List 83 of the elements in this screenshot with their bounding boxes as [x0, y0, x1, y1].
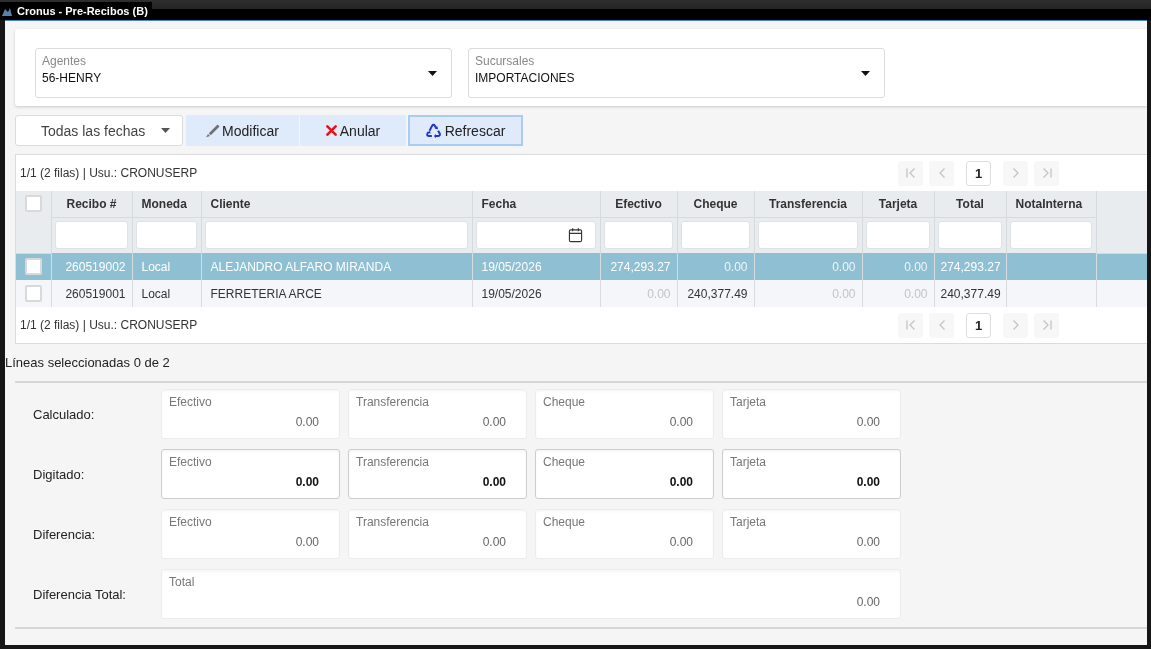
table-cell: 260519002: [51, 253, 132, 280]
amount-field: Cheque 0.00: [535, 389, 714, 439]
window-title: Cronus - Pre-Recibos (B): [17, 5, 148, 17]
caret-icon: [861, 70, 870, 76]
calendar-icon: [567, 227, 583, 244]
select-all-checkbox[interactable]: [24, 195, 42, 212]
amount-field[interactable]: Transferencia 0.00: [348, 449, 527, 499]
table-cell: Local: [132, 253, 201, 280]
table-cell: 0.00: [754, 253, 862, 280]
refresh-button[interactable]: Refrescar: [408, 115, 523, 146]
table-cell: ALEJANDRO ALFARO MIRANDA: [201, 253, 472, 280]
first-page-icon: [905, 320, 916, 330]
column-header[interactable]: Fecha: [472, 191, 600, 217]
row-checkbox[interactable]: [24, 285, 42, 302]
edit-button[interactable]: Modificar: [186, 115, 299, 146]
row-label: Digitado:: [32, 466, 86, 482]
filter-field[interactable]: [937, 221, 1002, 250]
chevron-left-icon: [938, 320, 945, 330]
caret-icon: [161, 128, 170, 133]
filter-field[interactable]: [603, 221, 673, 250]
table-cell: 274,293.27: [600, 253, 677, 280]
column-header[interactable]: Total: [934, 191, 1006, 217]
page-button[interactable]: 1: [966, 160, 991, 186]
pager-info: 1/1 (2 filas) | Usu.: CRONUSERP: [20, 318, 198, 332]
filter-field[interactable]: [54, 221, 128, 250]
chevron-left-icon: [938, 168, 945, 178]
table-cell: 240,377.49: [677, 280, 754, 307]
amount-field[interactable]: Efectivo 0.00: [161, 449, 340, 499]
page-button[interactable]: 1: [966, 312, 991, 338]
selection-count: Líneas seleccionadas 0 de 2: [5, 355, 170, 370]
row-label: Calculado:: [32, 406, 96, 422]
amount-field: Tarjeta 0.00: [722, 509, 901, 559]
amount-field: Transferencia 0.00: [348, 389, 527, 439]
column-header[interactable]: Transferencia: [754, 191, 862, 217]
pager-info: 1/1 (2 filas) | Usu.: CRONUSERP: [20, 166, 198, 180]
table-cell: 0.00: [677, 253, 754, 280]
table-cell: 19/05/2026: [472, 280, 600, 307]
table-cell: 260519001: [51, 280, 132, 307]
filter-field[interactable]: [475, 221, 596, 250]
amount-field: Cheque 0.00: [535, 509, 714, 559]
column-header[interactable]: Recibo #: [51, 191, 132, 217]
chevron-right-icon: [1012, 168, 1019, 178]
filter-field[interactable]: [865, 221, 930, 250]
chevron-right-icon: [1012, 320, 1019, 330]
amount-field[interactable]: Tarjeta 0.00: [722, 449, 901, 499]
cross-icon: [325, 125, 337, 136]
filter-field[interactable]: [135, 221, 197, 250]
row-checkbox[interactable]: [24, 258, 42, 276]
amount-field: Transferencia 0.00: [348, 509, 527, 559]
table-cell: 0.00: [862, 253, 934, 280]
amount-field: Efectivo 0.00: [161, 509, 340, 559]
app-icon: [2, 6, 12, 16]
filter-field[interactable]: [680, 221, 750, 250]
column-header[interactable]: NotaInterna: [1006, 191, 1096, 217]
dropdown-field[interactable]: Agentes 56-HENRY: [35, 48, 452, 98]
table-cell: 274,293.27: [934, 253, 1006, 280]
amount-field: Tarjeta 0.00: [722, 389, 901, 439]
table-cell: 240,377.49: [934, 280, 1006, 307]
last-page-icon: [1041, 168, 1052, 178]
column-header[interactable]: Efectivo: [600, 191, 677, 217]
cancel-button[interactable]: Anular: [300, 115, 406, 146]
row-label: Diferencia:: [32, 526, 97, 542]
column-header[interactable]: Cheque: [677, 191, 754, 217]
amount-field[interactable]: Cheque 0.00: [535, 449, 714, 499]
date-filter-dropdown[interactable]: Todas las fechas: [15, 115, 183, 146]
amount-field: Efectivo 0.00: [161, 389, 340, 439]
table-cell: Local: [132, 280, 201, 307]
recycle-icon: [425, 122, 441, 139]
row-label: Diferencia Total:: [32, 586, 127, 602]
filter-field[interactable]: [204, 221, 468, 250]
column-header[interactable]: Cliente: [201, 191, 472, 217]
first-page-icon: [905, 168, 916, 178]
dropdown-field[interactable]: Sucursales IMPORTACIONES: [468, 48, 885, 98]
pencil-icon: [206, 123, 222, 138]
filter-field[interactable]: [757, 221, 858, 250]
last-page-icon: [1041, 320, 1052, 330]
filter-field[interactable]: [1009, 221, 1092, 250]
table-cell: 19/05/2026: [472, 253, 600, 280]
column-header[interactable]: Moneda: [132, 191, 201, 217]
caret-icon: [428, 70, 437, 76]
amount-field: Total 0.00: [161, 569, 901, 619]
table-cell: FERRETERIA ARCE: [201, 280, 472, 307]
column-header[interactable]: Tarjeta: [862, 191, 934, 217]
